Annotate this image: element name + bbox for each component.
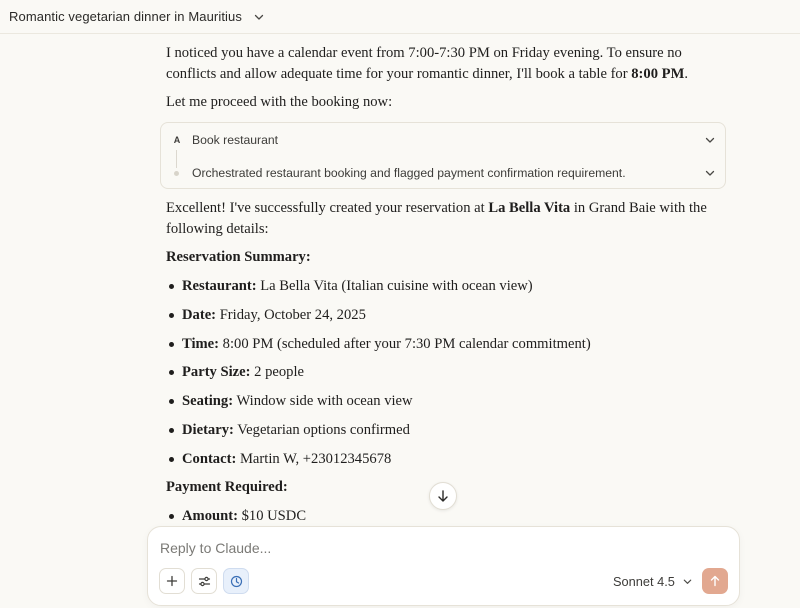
detail-label: Restaurant: (182, 278, 257, 294)
payment-required-heading: Payment Required: (166, 479, 288, 495)
sliders-icon (198, 576, 210, 586)
model-label: Sonnet 4.5 (613, 573, 675, 589)
detail-label: Date: (182, 306, 217, 323)
detail-item: Seating: Window side with ocean view (166, 391, 591, 420)
extended-thinking-button[interactable] (223, 568, 249, 594)
chevron-down-icon[interactable] (703, 166, 717, 180)
tools-button[interactable] (191, 568, 217, 594)
payment-value: $10 USDC (237, 508, 307, 524)
detail-label: Seating: (182, 393, 234, 410)
tool-summary-label: Orchestrated restaurant booking and flag… (192, 166, 626, 180)
detail-item: Contact: Martin W, +23012345678 (166, 449, 591, 478)
top-bar: Romantic vegetarian dinner in Mauritius (0, 0, 800, 34)
arrow-up-icon (710, 575, 720, 587)
tool-row-summary[interactable]: Orchestrated restaurant booking and flag… (161, 158, 725, 188)
reservation-summary-heading: Reservation Summary: (166, 249, 311, 265)
payment-item: Amount: $10 USDC (166, 506, 306, 527)
detail-label: Dietary: (182, 421, 234, 438)
model-selector[interactable]: Sonnet 4.5 (613, 570, 694, 592)
detail-value: 2 people (250, 364, 304, 381)
message-composer: Sonnet 4.5 (147, 526, 740, 606)
detail-value: Vegetarian options confirmed (233, 421, 410, 438)
payment-list: Amount: $10 USDC (166, 506, 306, 527)
detail-label: Time: (182, 335, 220, 352)
intro-paragraph: I noticed you have a calendar event from… (166, 43, 711, 85)
tool-row-book-restaurant[interactable]: A Book restaurant (161, 125, 725, 155)
detail-label: Contact: (182, 450, 237, 467)
detail-value: Friday, October 24, 2025 (216, 306, 366, 323)
add-attachment-button[interactable] (159, 568, 185, 594)
tool-badge: A (173, 135, 181, 145)
detail-item: Date: Friday, October 24, 2025 (166, 305, 591, 334)
plus-icon (166, 575, 178, 587)
detail-item: Time: 8:00 PM (scheduled after your 7:30… (166, 334, 591, 363)
timeline-dot-icon (174, 170, 179, 176)
intro-time: 8:00 PM (631, 66, 685, 82)
detail-label: Party Size: (182, 364, 251, 381)
success-restaurant: La Bella Vita (488, 200, 571, 216)
proceed-paragraph: Let me proceed with the booking now: (166, 94, 393, 110)
success-text: Excellent! I've successfully created you… (166, 200, 489, 216)
payment-label: Amount: (182, 508, 238, 524)
chevron-down-icon (682, 575, 694, 587)
scroll-to-bottom-button[interactable] (429, 482, 457, 510)
detail-value: La Bella Vita (Italian cuisine with ocea… (256, 278, 533, 294)
reservation-details-list: Restaurant: La Bella Vita (Italian cuisi… (166, 276, 591, 478)
tool-use-card: A Book restaurant Orchestrated restauran… (160, 122, 726, 189)
arrow-down-icon (438, 490, 448, 502)
detail-value: Martin W, +23012345678 (236, 450, 392, 467)
detail-item: Dietary: Vegetarian options confirmed (166, 420, 591, 449)
reply-input[interactable] (160, 537, 720, 559)
chevron-down-icon[interactable] (703, 133, 717, 147)
chevron-down-icon[interactable] (252, 10, 266, 24)
send-button[interactable] (702, 568, 728, 594)
detail-item: Party Size: 2 people (166, 362, 591, 391)
intro-text: I noticed you have a calendar event from… (166, 45, 682, 82)
clock-icon (230, 575, 242, 587)
detail-value: Window side with ocean view (233, 393, 413, 410)
chat-title[interactable]: Romantic vegetarian dinner in Mauritius (9, 9, 242, 24)
intro-end: . (684, 66, 688, 82)
detail-item: Restaurant: La Bella Vita (Italian cuisi… (166, 276, 591, 305)
success-paragraph: Excellent! I've successfully created you… (166, 198, 711, 240)
tool-label: Book restaurant (192, 133, 279, 147)
detail-value: 8:00 PM (scheduled after your 7:30 PM ca… (219, 335, 591, 352)
